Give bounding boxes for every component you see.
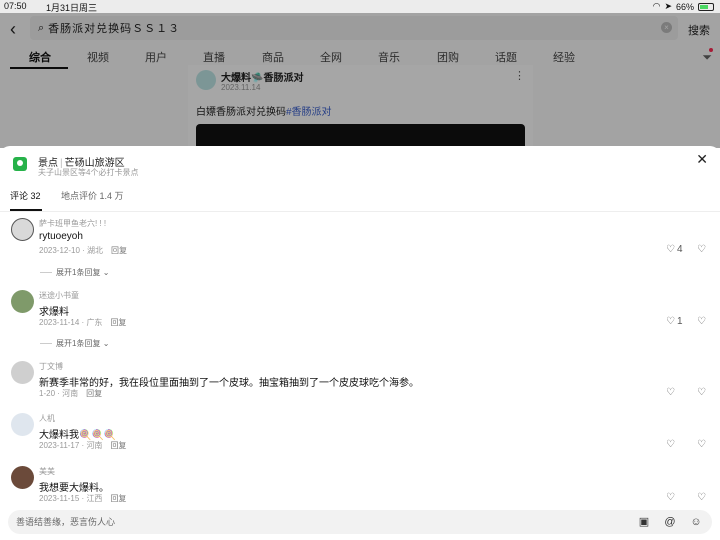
location-pin-icon bbox=[13, 157, 27, 171]
comment-author[interactable]: 人机 bbox=[39, 413, 55, 424]
status-right: ◠ ➤ 66% bbox=[653, 1, 714, 12]
location-subtitle: 夫子山景区等4个必打卡景点 bbox=[38, 168, 139, 177]
comment-text: 求爆料 bbox=[39, 307, 69, 318]
comment-placeholder: 善语结善缘，恶言伤人心 bbox=[16, 517, 116, 527]
comment-text: rytuoeyoh bbox=[39, 231, 83, 242]
comment-author[interactable]: 迷途小书童 bbox=[39, 290, 79, 301]
at-mention-icon[interactable]: @ bbox=[664, 516, 676, 528]
avatar[interactable] bbox=[11, 361, 34, 384]
like-button[interactable]: ♡ bbox=[666, 492, 675, 503]
avatar[interactable] bbox=[11, 413, 34, 436]
heart-icon: ♡ bbox=[666, 492, 675, 503]
battery-percent: 66% bbox=[675, 1, 694, 12]
reply-button[interactable]: 回复 bbox=[110, 494, 126, 503]
like-button[interactable]: ♡ 4 bbox=[666, 244, 683, 255]
comment-date: 2023-11-15 · 江西 bbox=[39, 494, 103, 503]
divider bbox=[40, 343, 52, 345]
like-count: 1 bbox=[676, 316, 683, 327]
heart-icon: ♡ bbox=[666, 316, 675, 327]
dim-overlay[interactable] bbox=[0, 13, 720, 148]
comment-meta: 2023-11-14 · 广东 回复 bbox=[39, 317, 126, 328]
location-arrow-icon: ➤ bbox=[664, 1, 672, 11]
chevron-down-icon: ⌄ bbox=[102, 339, 110, 348]
battery-icon bbox=[698, 2, 714, 11]
like-button[interactable]: ♡ 1 bbox=[666, 316, 683, 327]
sheet-tabs: 评论 32 地点评价 1.4 万 bbox=[0, 188, 720, 212]
dislike-icon[interactable]: ♡ bbox=[697, 492, 706, 503]
expand-replies[interactable]: 展开1条回复 ⌄ bbox=[40, 267, 109, 278]
comment-date: 2023-12-10 · 湖北 bbox=[39, 246, 104, 255]
comment-author[interactable]: 美美 bbox=[39, 466, 55, 477]
heart-icon: ♡ bbox=[666, 387, 675, 398]
wifi-icon: ◠ bbox=[652, 1, 661, 11]
comment-date: 1-20 · 河南 bbox=[39, 389, 79, 398]
comment-input[interactable]: 善语结善缘，恶言伤人心 ▣ @ ☺ bbox=[8, 510, 712, 534]
reply-button[interactable]: 回复 bbox=[86, 389, 102, 398]
tab-underline bbox=[10, 209, 42, 211]
comment-text: 新赛季非常的好，我在段位里面抽到了一个皮球。抽宝箱抽到了一个皮皮球吃个海参。 bbox=[39, 378, 419, 389]
avatar[interactable] bbox=[11, 290, 34, 313]
dislike-icon[interactable]: ♡ bbox=[697, 387, 706, 398]
avatar[interactable] bbox=[11, 466, 34, 489]
comment-meta: 2023-11-15 · 江西 回复 bbox=[39, 493, 126, 504]
reply-button[interactable]: 回复 bbox=[111, 246, 127, 255]
like-count: 4 bbox=[676, 244, 683, 255]
comment-author[interactable]: 萨卡班甲鱼老六! ! ! bbox=[39, 218, 106, 229]
dislike-icon[interactable]: ♡ bbox=[697, 316, 706, 327]
comment-author[interactable]: 丁文博 bbox=[39, 361, 63, 372]
comment-date: 2023-11-17 · 河南 bbox=[39, 441, 103, 450]
tab-reviews[interactable]: 地点评价 1.4 万 bbox=[61, 189, 124, 202]
dislike-icon[interactable]: ♡ bbox=[697, 244, 706, 255]
comments-sheet: 景点 | 芒砀山旅游区 夫子山景区等4个必打卡景点 ✕ 评论 32 地点评价 1.4… bbox=[0, 146, 720, 540]
comment-date: 2023-11-14 · 广东 bbox=[39, 318, 103, 327]
heart-icon: ♡ bbox=[666, 439, 675, 450]
close-icon[interactable]: ✕ bbox=[696, 151, 708, 168]
status-bar: 07:50 1月31日周三 ◠ ➤ 66% bbox=[0, 0, 720, 13]
expand-replies[interactable]: 展开1条回复 ⌄ bbox=[40, 338, 109, 349]
image-icon[interactable]: ▣ bbox=[638, 516, 650, 528]
expand-label: 展开1条回复 bbox=[56, 339, 101, 348]
like-button[interactable]: ♡ bbox=[666, 439, 675, 450]
dislike-icon[interactable]: ♡ bbox=[697, 439, 706, 450]
chevron-down-icon: ⌄ bbox=[102, 268, 110, 277]
comment-meta: 2023-11-17 · 河南 回复 bbox=[39, 440, 126, 451]
reply-button[interactable]: 回复 bbox=[110, 318, 126, 327]
tab-comments[interactable]: 评论 32 bbox=[10, 189, 41, 202]
expand-label: 展开1条回复 bbox=[56, 268, 101, 277]
comment-meta: 1-20 · 河南 回复 bbox=[39, 388, 102, 399]
divider bbox=[40, 272, 52, 274]
avatar[interactable] bbox=[11, 218, 34, 241]
comment-text: 大爆料我🍭🍭🍭 bbox=[39, 430, 117, 441]
like-button[interactable]: ♡ bbox=[666, 387, 675, 398]
status-time: 07:50 bbox=[4, 1, 27, 11]
emoji-icon[interactable]: ☺ bbox=[690, 516, 702, 528]
comment-meta: 2023-12-10 · 湖北 回复 bbox=[39, 245, 127, 256]
reply-button[interactable]: 回复 bbox=[110, 441, 126, 450]
heart-icon: ♡ bbox=[666, 244, 675, 255]
comment-text: 我想要大爆料。 bbox=[39, 483, 109, 494]
